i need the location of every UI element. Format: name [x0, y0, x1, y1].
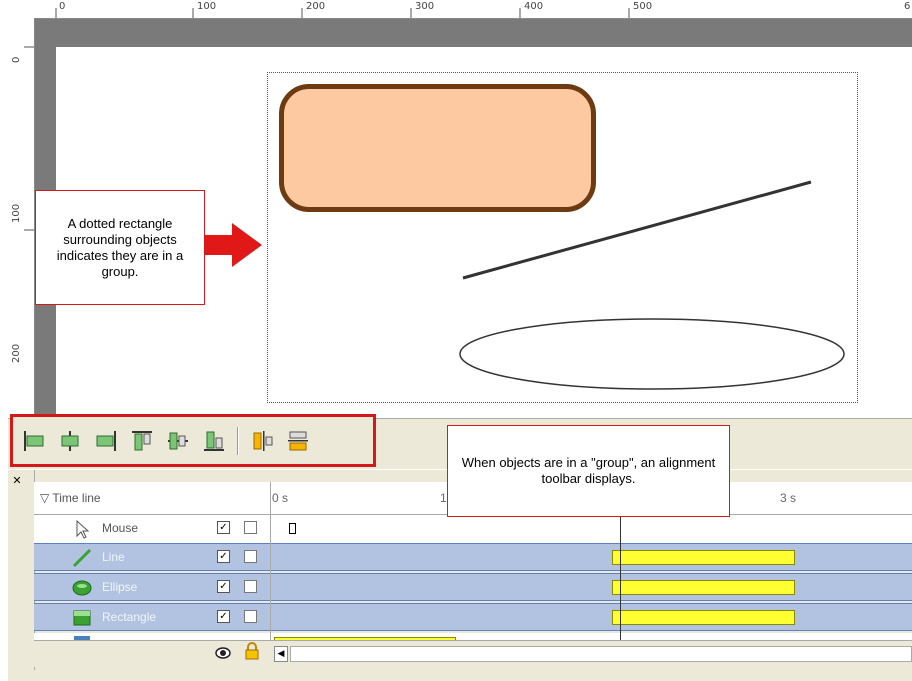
row-label: Line [102, 550, 125, 564]
collapse-triangle-icon[interactable]: ▽ [40, 491, 49, 505]
row-label: Ellipse [102, 580, 138, 594]
callout-text: A dotted rectangle surrounding objects i… [56, 215, 184, 279]
toolbar-separator [237, 426, 239, 455]
timeline-side-handle[interactable] [8, 470, 35, 670]
visible-checkbox[interactable]: ✓ [217, 580, 230, 593]
align-bottom-icon[interactable] [201, 428, 227, 454]
line-tool-icon [72, 548, 92, 568]
cursor-icon [76, 519, 90, 539]
toolbar-explanation-callout: When objects are in a "group", an alignm… [447, 425, 730, 517]
distribute-horizontal-icon[interactable] [249, 428, 275, 454]
lock-checkbox[interactable] [244, 550, 257, 563]
distribute-vertical-icon[interactable] [285, 428, 311, 454]
visible-checkbox[interactable]: ✓ [217, 521, 230, 534]
arrow-right-icon [205, 223, 262, 267]
align-left-icon[interactable] [21, 428, 47, 454]
visible-checkbox[interactable]: ✓ [217, 550, 230, 563]
align-top-icon[interactable] [129, 428, 155, 454]
horizontal-scrollbar[interactable] [290, 646, 912, 662]
rectangle-tool-icon [73, 610, 91, 626]
group-explanation-callout: A dotted rectangle surrounding objects i… [35, 190, 205, 305]
timeline-title[interactable]: ▽ Time line [40, 491, 101, 505]
align-middle-icon[interactable] [165, 428, 191, 454]
align-right-icon[interactable] [93, 428, 119, 454]
align-center-icon[interactable] [57, 428, 83, 454]
lock-checkbox[interactable] [244, 580, 257, 593]
time-label: 3 s [780, 491, 797, 505]
timeline-divider [270, 482, 271, 642]
row-label: Rectangle [102, 610, 157, 624]
lock-checkbox[interactable] [244, 521, 257, 534]
alignment-toolbar [10, 414, 376, 467]
timeline-row-line[interactable]: Line ✓ [34, 543, 912, 571]
timeline-row-mouse[interactable]: Mouse ✓ [34, 515, 912, 543]
scroll-left-button[interactable]: ◀ [274, 646, 288, 662]
ellipse-shape[interactable] [459, 318, 845, 390]
playhead[interactable] [620, 514, 621, 640]
line-shape[interactable] [462, 180, 812, 280]
time-label: 0 s [272, 491, 289, 505]
eye-icon[interactable] [214, 644, 232, 660]
close-icon[interactable]: ✕ [10, 474, 24, 488]
timeline-row-ellipse[interactable]: Ellipse ✓ [34, 573, 912, 601]
padlock-icon[interactable] [244, 642, 260, 660]
timeline-bar[interactable] [612, 610, 795, 625]
timeline-bar[interactable] [612, 550, 795, 565]
time-label: 1 [440, 491, 447, 505]
visible-checkbox[interactable]: ✓ [217, 610, 230, 623]
timeline-row-rectangle[interactable]: Rectangle ✓ [34, 603, 912, 631]
timeline-bar[interactable] [612, 580, 795, 595]
ellipse-tool-icon [72, 580, 92, 596]
callout-text: When objects are in a "group", an alignm… [461, 455, 716, 486]
lock-checkbox[interactable] [244, 610, 257, 623]
row-label: Mouse [102, 521, 139, 535]
mouse-marker[interactable] [289, 523, 296, 534]
